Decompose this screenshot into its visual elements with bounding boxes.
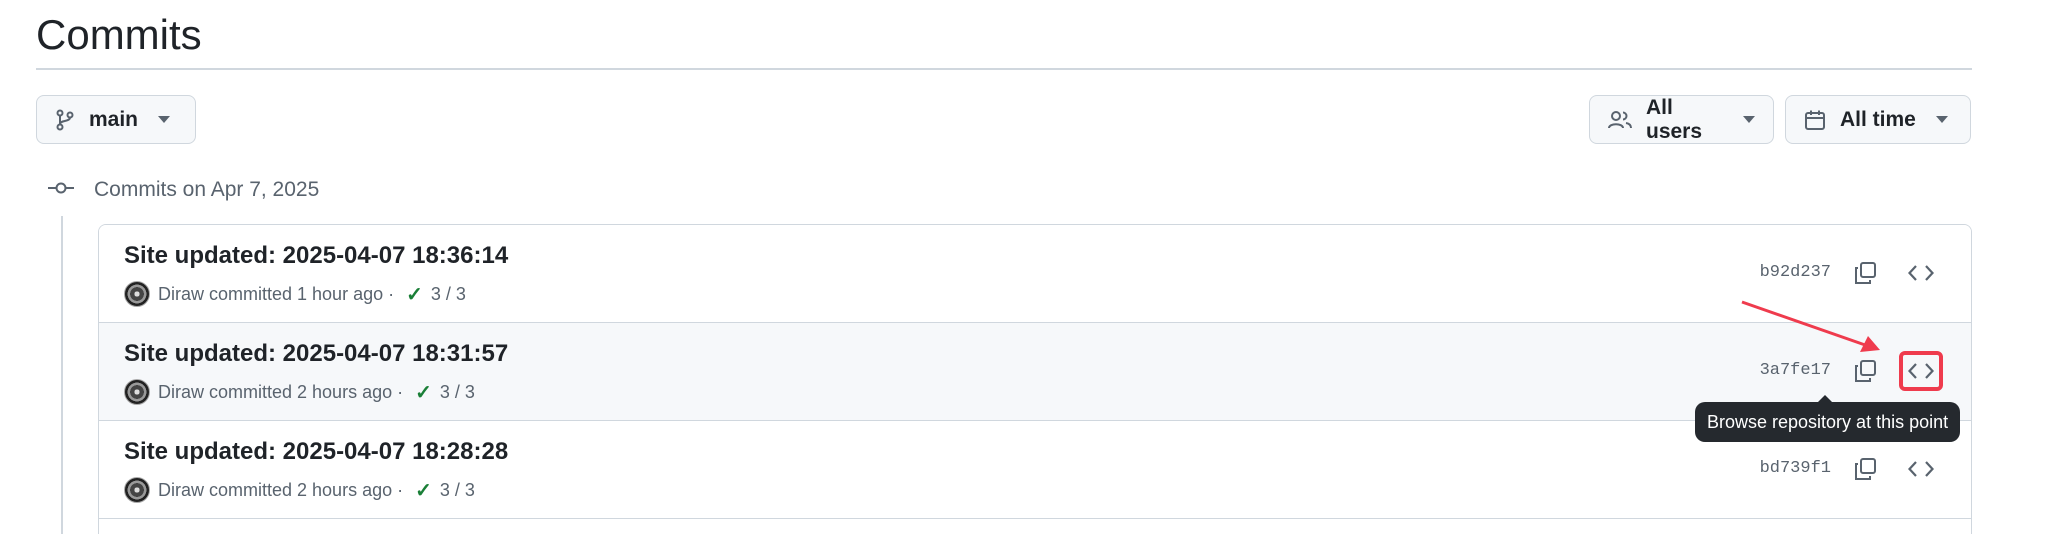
branch-label: main	[89, 107, 139, 131]
annotation-arrow-icon	[1741, 300, 1880, 352]
browse-repository-button[interactable]	[1899, 351, 1943, 391]
users-filter-button[interactable]: All users	[1589, 95, 1774, 144]
code-icon	[1908, 363, 1934, 379]
avatar[interactable]	[124, 281, 150, 307]
commit-meta: Diraw committed 1 hour ago · ✓ 3 / 3	[124, 281, 466, 307]
git-commit-icon	[48, 180, 74, 201]
copy-icon	[1855, 360, 1876, 382]
timeline-line	[61, 216, 63, 534]
avatar[interactable]	[124, 379, 150, 405]
commit-title-link[interactable]: Site updated: 2025-04-07 18:31:57	[124, 340, 508, 368]
code-icon	[1908, 461, 1934, 477]
chevron-down-icon	[1935, 116, 1948, 123]
page-title: Commits	[36, 11, 202, 58]
commit-meta: Diraw committed 2 hours ago · ✓ 3 / 3	[124, 477, 475, 503]
users-filter-label: All users	[1646, 95, 1703, 143]
chevron-down-icon	[158, 116, 171, 123]
check-icon[interactable]: ✓	[415, 478, 432, 503]
avatar[interactable]	[124, 477, 150, 503]
commit-group-header: Commits on Apr 7, 2025	[48, 178, 319, 202]
commit-sha-link[interactable]: bd739f1	[1760, 459, 1831, 478]
commit-row: Site updated: 2025-04-07 18:36:14 Diraw …	[99, 225, 1971, 323]
commit-sha-link[interactable]: 3a7fe17	[1760, 361, 1831, 380]
check-icon[interactable]: ✓	[406, 282, 423, 307]
commit-author-time: Diraw committed 2 hours ago ·	[158, 381, 404, 402]
check-status[interactable]: 3 / 3	[431, 284, 466, 305]
title-divider	[36, 68, 1972, 70]
commit-title-link[interactable]: Site updated: 2025-04-07 18:36:14	[124, 242, 508, 270]
check-status[interactable]: 3 / 3	[440, 382, 475, 403]
check-status[interactable]: 3 / 3	[440, 480, 475, 501]
commit-list: Site updated: 2025-04-07 18:36:14 Diraw …	[98, 224, 1972, 534]
commit-author-time: Diraw committed 1 hour ago ·	[158, 283, 395, 304]
commit-row: Site updated: 2025-04-07 18:28:28 Diraw …	[99, 421, 1971, 519]
calendar-icon	[1804, 109, 1826, 131]
git-branch-icon	[55, 109, 75, 131]
copy-sha-button[interactable]	[1843, 253, 1887, 293]
browse-repository-tooltip: Browse repository at this point	[1695, 395, 1961, 442]
branch-select-button[interactable]: main	[36, 95, 196, 144]
commit-sha-link[interactable]: b92d237	[1760, 263, 1831, 282]
commit-group-date: Commits on Apr 7, 2025	[94, 178, 320, 201]
commit-author-time: Diraw committed 2 hours ago ·	[158, 479, 404, 500]
commit-meta: Diraw committed 2 hours ago · ✓ 3 / 3	[124, 379, 475, 405]
copy-icon	[1855, 458, 1876, 480]
time-filter-button[interactable]: All time	[1785, 95, 1971, 144]
people-icon	[1608, 110, 1632, 130]
time-filter-label: All time	[1840, 107, 1916, 131]
commit-title-link[interactable]: Site updated: 2025-04-07 18:28:28	[124, 438, 508, 466]
commit-row: Site updated: 2025-04-07 18:31:57 Diraw …	[99, 323, 1971, 421]
code-icon	[1908, 265, 1934, 281]
chevron-down-icon	[1743, 116, 1755, 123]
check-icon[interactable]: ✓	[415, 380, 432, 405]
copy-icon	[1855, 262, 1876, 284]
copy-sha-button[interactable]	[1843, 449, 1887, 489]
browse-repository-button[interactable]	[1899, 449, 1943, 489]
browse-repository-button[interactable]	[1899, 253, 1943, 293]
